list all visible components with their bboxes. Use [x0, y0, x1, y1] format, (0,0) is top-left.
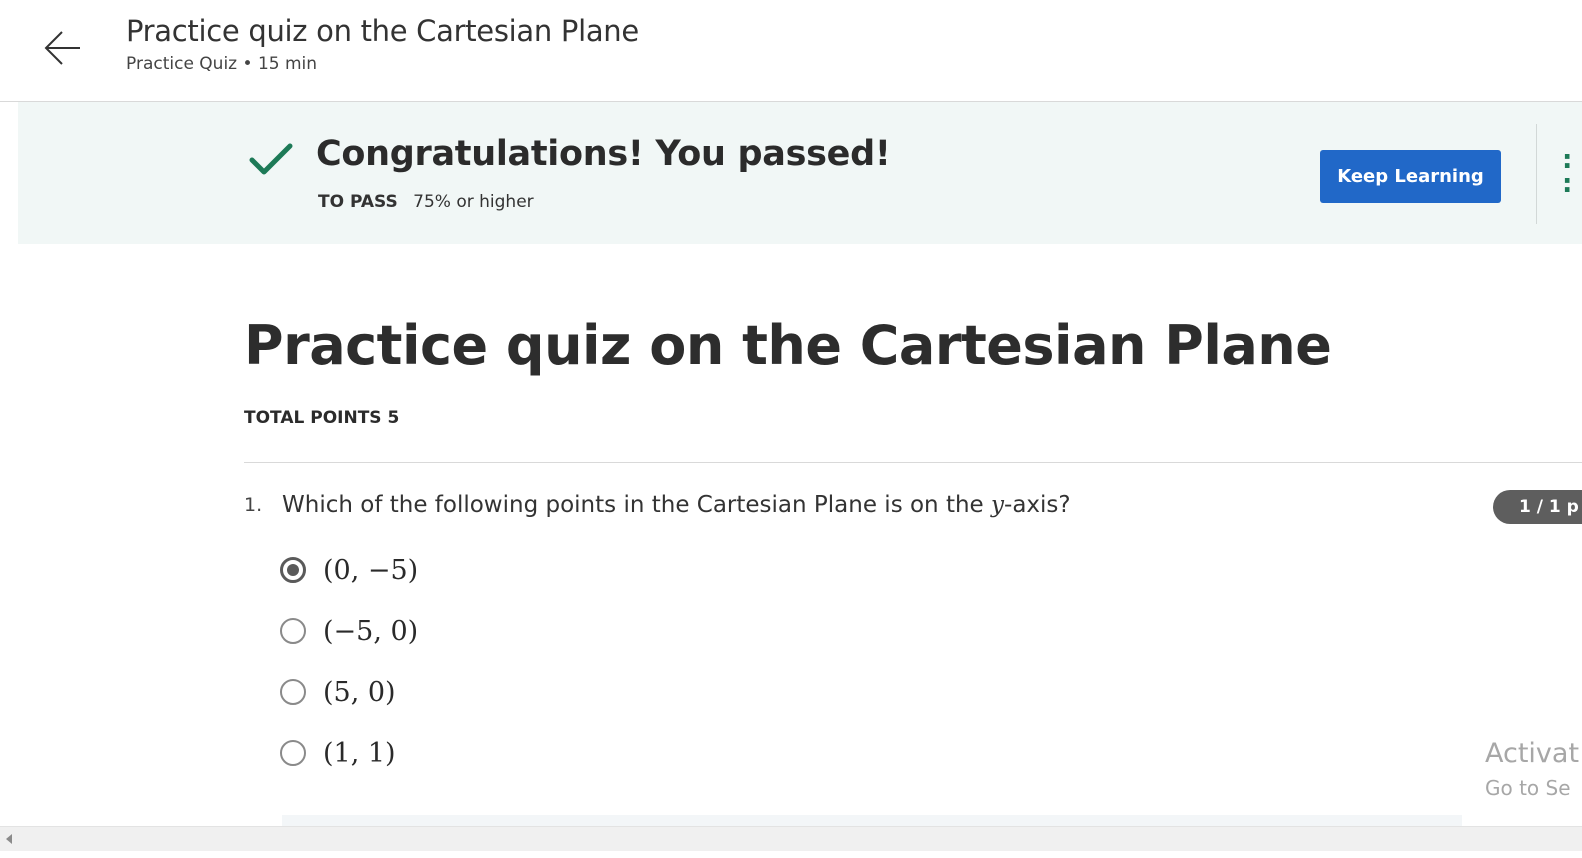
checkmark-icon — [249, 143, 293, 175]
radio-empty-icon[interactable] — [280, 679, 306, 705]
answer-option[interactable]: (1, 1) — [280, 733, 396, 773]
to-pass-label: TO PASS — [318, 192, 398, 212]
top-header: Practice quiz on the Cartesian Plane Pra… — [0, 0, 1582, 102]
keep-learning-button[interactable]: Keep Learning — [1320, 150, 1501, 203]
scroll-left-arrow-icon[interactable] — [6, 834, 12, 844]
radio-selected-icon[interactable] — [280, 557, 306, 583]
question-math-variable: y — [991, 492, 1005, 518]
answer-option-label: (5, 0) — [323, 676, 396, 708]
banner-clipped-content: :: — [1562, 148, 1573, 198]
answer-option[interactable]: (5, 0) — [280, 672, 396, 712]
question-text-end: -axis? — [1004, 492, 1071, 518]
radio-empty-icon[interactable] — [280, 618, 306, 644]
answer-option-label: (−5, 0) — [323, 615, 419, 647]
header-subtitle: Practice Quiz • 15 min — [126, 54, 318, 74]
pass-requirement: TO PASS 75% or higher — [318, 192, 534, 212]
banner-divider — [1536, 124, 1537, 224]
question-text: Which of the following points in the Car… — [282, 492, 1071, 518]
section-divider — [244, 462, 1582, 463]
answer-option-label: (1, 1) — [323, 737, 396, 769]
question-number: 1. — [244, 494, 263, 516]
activation-watermark-title: Activat — [1485, 738, 1580, 769]
pass-message: Congratulations! You passed! — [316, 134, 891, 174]
activation-watermark-subtitle: Go to Se — [1485, 776, 1571, 800]
radio-empty-icon[interactable] — [280, 740, 306, 766]
header-title: Practice quiz on the Cartesian Plane — [126, 14, 639, 48]
question-text-start: Which of the following points in the Car… — [282, 492, 992, 518]
answer-option[interactable]: (0, −5) — [280, 550, 418, 590]
answer-option[interactable]: (−5, 0) — [280, 611, 418, 651]
points-badge: 1 / 1 p — [1493, 490, 1582, 524]
feedback-box — [282, 815, 1462, 826]
answer-option-label: (0, −5) — [323, 554, 419, 586]
horizontal-scrollbar[interactable] — [0, 826, 1582, 851]
back-button[interactable] — [38, 24, 86, 72]
quiz-title: Practice quiz on the Cartesian Plane — [244, 314, 1332, 377]
total-points: TOTAL POINTS 5 — [244, 408, 400, 428]
to-pass-value: 75% or higher — [413, 192, 534, 212]
arrow-left-icon — [44, 31, 80, 65]
